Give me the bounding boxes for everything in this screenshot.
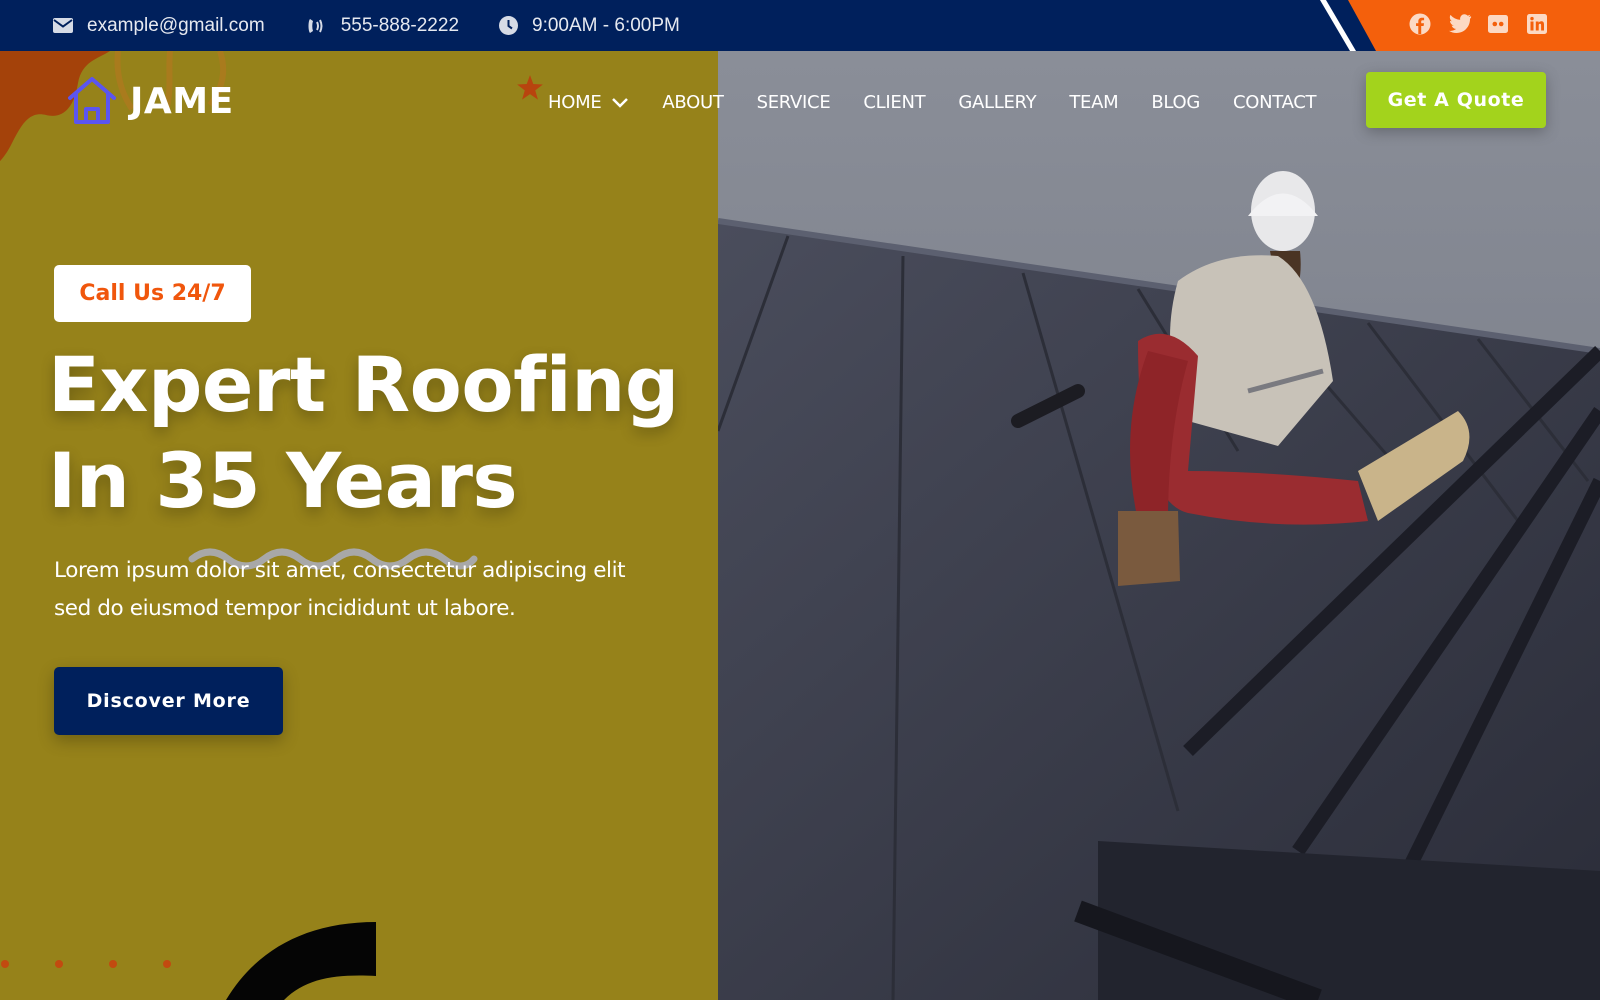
description-line-2: sed do eiusmod tempor incididunt ut labo… <box>54 596 516 621</box>
nav-item-service[interactable]: SERVICE <box>757 92 831 113</box>
flickr-icon[interactable] <box>1487 13 1509 35</box>
discover-more-button[interactable]: Discover More <box>54 667 283 735</box>
roofer-photo <box>718 51 1600 1000</box>
phone-ringing-icon <box>308 18 323 33</box>
nav-label: TEAM <box>1069 92 1119 113</box>
hero-image <box>718 51 1600 1000</box>
envelope-icon <box>53 18 73 33</box>
linkedin-icon[interactable] <box>1526 13 1548 35</box>
email-text: example@gmail.com <box>87 14 265 36</box>
facebook-icon[interactable] <box>1409 13 1431 35</box>
headline-line-1: Expert Roofing <box>48 340 679 429</box>
nav-item-gallery[interactable]: GALLERY <box>958 92 1036 113</box>
contact-info: example@gmail.com 555-888-2222 9:00AM - … <box>53 0 720 51</box>
nav-label: HOME <box>548 92 602 113</box>
headline-line-2: In 35 Years <box>48 436 518 525</box>
phone-text: 555-888-2222 <box>340 14 460 36</box>
nav-label: BLOG <box>1151 92 1200 113</box>
clock-icon <box>499 16 519 35</box>
main-nav: HOME ABOUT SERVICE CLIENT GALLERY TEAM B… <box>548 92 1349 113</box>
hero-description: Lorem ipsum dolor sit amet, consectetur … <box>54 552 714 628</box>
nav-item-home[interactable]: HOME <box>548 92 629 113</box>
star-icon <box>517 75 543 100</box>
nav-label: ABOUT <box>662 92 724 113</box>
hours-info: 9:00AM - 6:00PM <box>499 15 680 37</box>
social-links <box>1409 13 1548 35</box>
email-contact[interactable]: example@gmail.com <box>53 15 265 37</box>
nav-label: SERVICE <box>756 92 831 113</box>
nav-item-blog[interactable]: BLOG <box>1151 92 1200 113</box>
decorative-arc <box>226 922 376 1000</box>
twitter-icon[interactable] <box>1448 13 1472 35</box>
nav-item-about[interactable]: ABOUT <box>662 92 723 113</box>
brand-logo[interactable]: JAME <box>66 76 234 126</box>
nav-label: GALLERY <box>958 92 1037 113</box>
house-icon <box>68 77 116 124</box>
decorative-dots <box>1 960 171 968</box>
chevron-down-icon <box>612 97 629 108</box>
nav-label: CONTACT <box>1232 92 1317 113</box>
nav-item-client[interactable]: CLIENT <box>863 92 925 113</box>
get-quote-button[interactable]: Get A Quote <box>1366 72 1546 128</box>
nav-item-team[interactable]: TEAM <box>1069 92 1118 113</box>
hero-headline: Expert Roofing In 35 Years <box>48 337 679 529</box>
nav-item-contact[interactable]: CONTACT <box>1232 92 1317 113</box>
nav-label: CLIENT <box>863 92 926 113</box>
top-bar: example@gmail.com 555-888-2222 9:00AM - … <box>0 0 1600 51</box>
brand-name: JAME <box>130 80 234 122</box>
description-line-1: Lorem ipsum dolor sit amet, consectetur … <box>54 558 626 583</box>
call-us-badge: Call Us 24/7 <box>54 265 251 322</box>
hours-text: 9:00AM - 6:00PM <box>532 14 680 36</box>
phone-contact[interactable]: 555-888-2222 <box>305 15 459 37</box>
